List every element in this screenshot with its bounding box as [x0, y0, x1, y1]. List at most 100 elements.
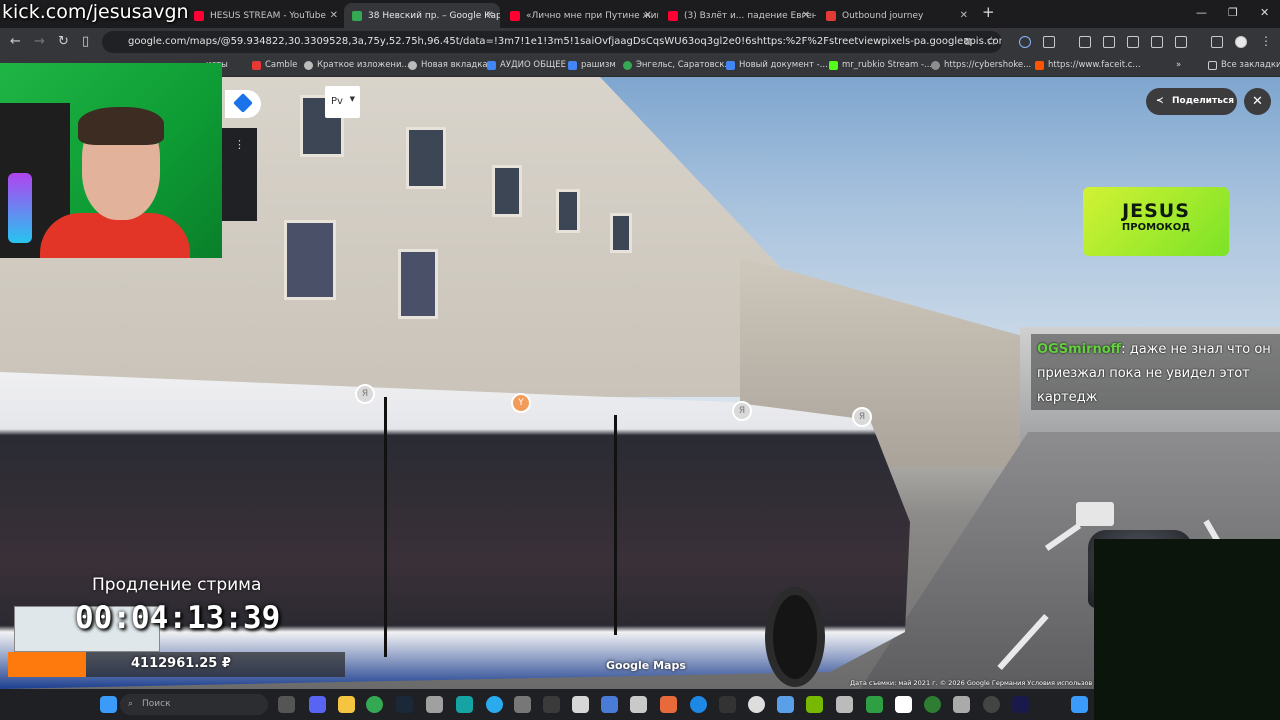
bookmark-label: Новый документ -...: [739, 60, 828, 70]
globe-icon: [408, 60, 417, 70]
back-icon[interactable]: ←: [10, 34, 21, 49]
app-icon[interactable]: [1071, 696, 1088, 713]
install-app-icon[interactable]: ⧉: [964, 35, 972, 49]
app-icon[interactable]: [836, 696, 853, 713]
donation-amount: 4112961.25 ₽: [131, 656, 231, 671]
street-view-place-pin[interactable]: Я: [732, 401, 752, 421]
app-icon[interactable]: [630, 696, 647, 713]
bus-wheel: [765, 587, 825, 687]
street-view-place-pin[interactable]: Я: [355, 384, 375, 404]
docs-icon: [568, 60, 577, 70]
street-view-layer-button[interactable]: Рv ▼: [325, 86, 360, 118]
steam-icon[interactable]: [396, 696, 413, 713]
bookmark-new-tab[interactable]: Новая вкладка: [408, 60, 488, 70]
tab-youtube-putin[interactable]: «Лично мне при Путине живе ✕: [502, 3, 658, 28]
bookmark-label: Краткое изложени...: [317, 60, 410, 70]
app-icon[interactable]: [690, 696, 707, 713]
app-icon[interactable]: [514, 696, 531, 713]
tab-outbound-journey[interactable]: Outbound journey ✕: [818, 3, 974, 28]
bookmark-camble[interactable]: Camble: [252, 60, 297, 70]
reload-icon[interactable]: ↻: [58, 34, 69, 49]
tab-google-maps[interactable]: 38 Невский пр. – Google Карты ✕: [344, 3, 500, 28]
bookmark-label: https://cybershoke...: [944, 60, 1032, 70]
all-bookmarks-folder[interactable]: Все закладки: [1208, 60, 1280, 70]
bookmark-summary[interactable]: Краткое изложени...: [304, 60, 410, 70]
stream-extension-label: Продление стрима: [92, 575, 262, 595]
docs-icon: [487, 60, 496, 70]
tab-search-icon[interactable]: [1151, 36, 1163, 48]
building-window: [492, 165, 522, 217]
directions-button[interactable]: [225, 90, 261, 118]
bookmark-new-doc[interactable]: Новый документ -...: [726, 60, 828, 70]
bookmark-star-icon[interactable]: ☆: [986, 34, 997, 48]
app-icon[interactable]: [719, 696, 736, 713]
app-icon[interactable]: [601, 696, 618, 713]
imagery-attribution[interactable]: Дата съемки: май 2021 г. © 2026 Google Г…: [850, 679, 1092, 687]
reading-list-icon[interactable]: [1175, 36, 1187, 48]
bus-window-divider: [384, 397, 387, 657]
close-window-icon[interactable]: ✕: [1260, 6, 1269, 19]
map-pin-icon: [623, 60, 632, 70]
telegram-icon[interactable]: [486, 696, 503, 713]
profile-avatar-icon[interactable]: [1235, 36, 1247, 48]
grid-icon[interactable]: [1103, 36, 1115, 48]
side-panel-icon[interactable]: ▯: [82, 34, 89, 49]
app-icon[interactable]: [924, 696, 941, 713]
app-icon[interactable]: [426, 696, 443, 713]
tab-youtube-evgeny[interactable]: (3) Взлёт и... падение Евгения ✕: [660, 3, 816, 28]
close-tab-icon[interactable]: ✕: [330, 10, 338, 21]
app-icon[interactable]: [456, 696, 473, 713]
streamer-hair: [78, 107, 164, 145]
discord-icon[interactable]: [309, 696, 326, 713]
street-view-place-pin[interactable]: Y: [511, 393, 531, 413]
app-icon[interactable]: [866, 696, 883, 713]
bookmark-rashizm[interactable]: рашизм: [568, 60, 616, 70]
windows-start-icon[interactable]: [100, 696, 117, 713]
extension-icon[interactable]: [1019, 36, 1031, 48]
tab-youtube-hesus[interactable]: HESUS STREAM - YouTube ✕: [186, 3, 344, 28]
restore-icon[interactable]: ❐: [1228, 6, 1238, 19]
building-window: [556, 189, 580, 233]
bookmark-cybershoke[interactable]: https://cybershoke...: [931, 60, 1031, 70]
app-icon[interactable]: [660, 696, 677, 713]
link-icon[interactable]: [1127, 36, 1139, 48]
bookmarks-overflow-icon[interactable]: »: [1176, 60, 1181, 70]
app-icon[interactable]: [777, 696, 794, 713]
close-street-view-button[interactable]: ✕: [1244, 88, 1271, 115]
address-bar[interactable]: google.com/maps/@59.934822,30.3309528,3a…: [102, 31, 1002, 53]
app-icon[interactable]: [895, 696, 912, 713]
street-view-place-pin[interactable]: Я: [852, 407, 872, 427]
bookmark-audio[interactable]: АУДИО ОБЩЕЕ: [487, 60, 566, 70]
terminal-icon[interactable]: [543, 696, 560, 713]
close-tab-icon[interactable]: ✕: [486, 10, 494, 21]
forward-icon[interactable]: →: [34, 34, 45, 49]
minimize-icon[interactable]: —: [1196, 6, 1207, 19]
taskbar-search[interactable]: ⌕ Поиск: [120, 694, 268, 715]
file-explorer-icon[interactable]: [338, 696, 355, 713]
obs-icon[interactable]: [983, 696, 1000, 713]
menu-kebab-icon[interactable]: ⋮: [1260, 34, 1272, 48]
mail-icon: [826, 10, 836, 21]
media-controls-icon[interactable]: [1211, 36, 1223, 48]
youtube-icon: [194, 10, 204, 21]
chatgpt-icon[interactable]: [748, 696, 765, 713]
new-tab-button[interactable]: +: [982, 3, 995, 21]
tab-label: «Лично мне при Путине живе: [526, 10, 658, 21]
share-button[interactable]: ≺ Поделиться: [1146, 88, 1237, 115]
close-tab-icon[interactable]: ✕: [960, 10, 968, 21]
nvidia-icon[interactable]: [806, 696, 823, 713]
more-options-icon[interactable]: ⋮: [234, 138, 245, 151]
task-view-icon[interactable]: [278, 696, 295, 713]
app-icon[interactable]: [953, 696, 970, 713]
bookmark-engels[interactable]: Энгельс, Саратовск...: [623, 60, 733, 70]
extensions-puzzle-icon[interactable]: [1043, 36, 1055, 48]
bookmark-label: Новая вкладка: [421, 60, 488, 70]
chrome-icon[interactable]: [366, 696, 383, 713]
bookmark-kick-stream[interactable]: mr_rubkio Stream -...: [829, 60, 932, 70]
app-icon[interactable]: [1012, 696, 1029, 713]
close-tab-icon[interactable]: ✕: [802, 10, 810, 21]
close-tab-icon[interactable]: ✕: [644, 10, 652, 21]
bookmark-faceit[interactable]: https://www.faceit.c...: [1035, 60, 1141, 70]
translate-icon[interactable]: [1079, 36, 1091, 48]
app-icon[interactable]: [572, 696, 589, 713]
